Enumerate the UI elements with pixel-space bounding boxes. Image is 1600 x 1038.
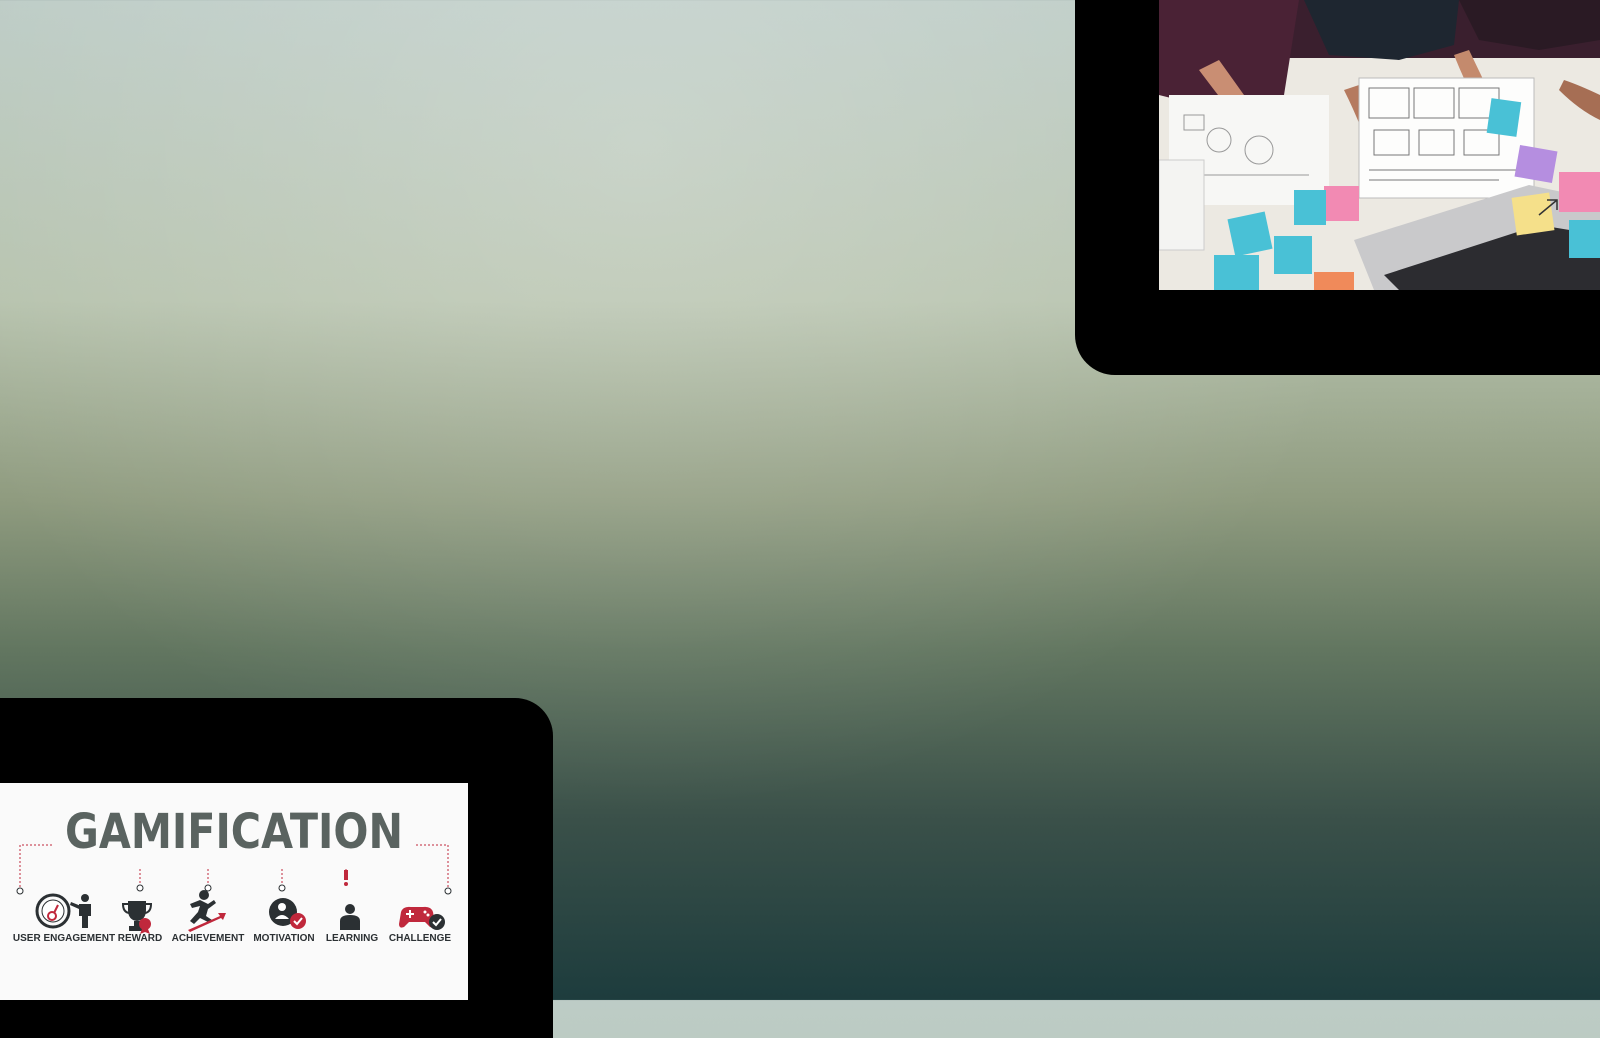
learning-icon <box>340 904 360 930</box>
label-motivation: MOTIVATION <box>253 933 315 944</box>
teamwork-photo <box>1159 0 1600 290</box>
label-user-engagement: USER ENGAGEMENT <box>12 933 116 944</box>
label-learning: LEARNING <box>325 933 379 944</box>
label-reward: REWARD <box>117 933 163 944</box>
trophy-icon <box>122 901 153 934</box>
achievement-icon <box>188 890 226 932</box>
game-controller-icon <box>399 906 445 930</box>
connector-lines <box>16 844 452 895</box>
motivation-icon <box>269 898 306 929</box>
label-challenge: CHALLENGE <box>388 933 452 944</box>
user-engagement-icon <box>35 893 91 929</box>
label-achievement: ACHIEVEMENT <box>171 933 245 944</box>
